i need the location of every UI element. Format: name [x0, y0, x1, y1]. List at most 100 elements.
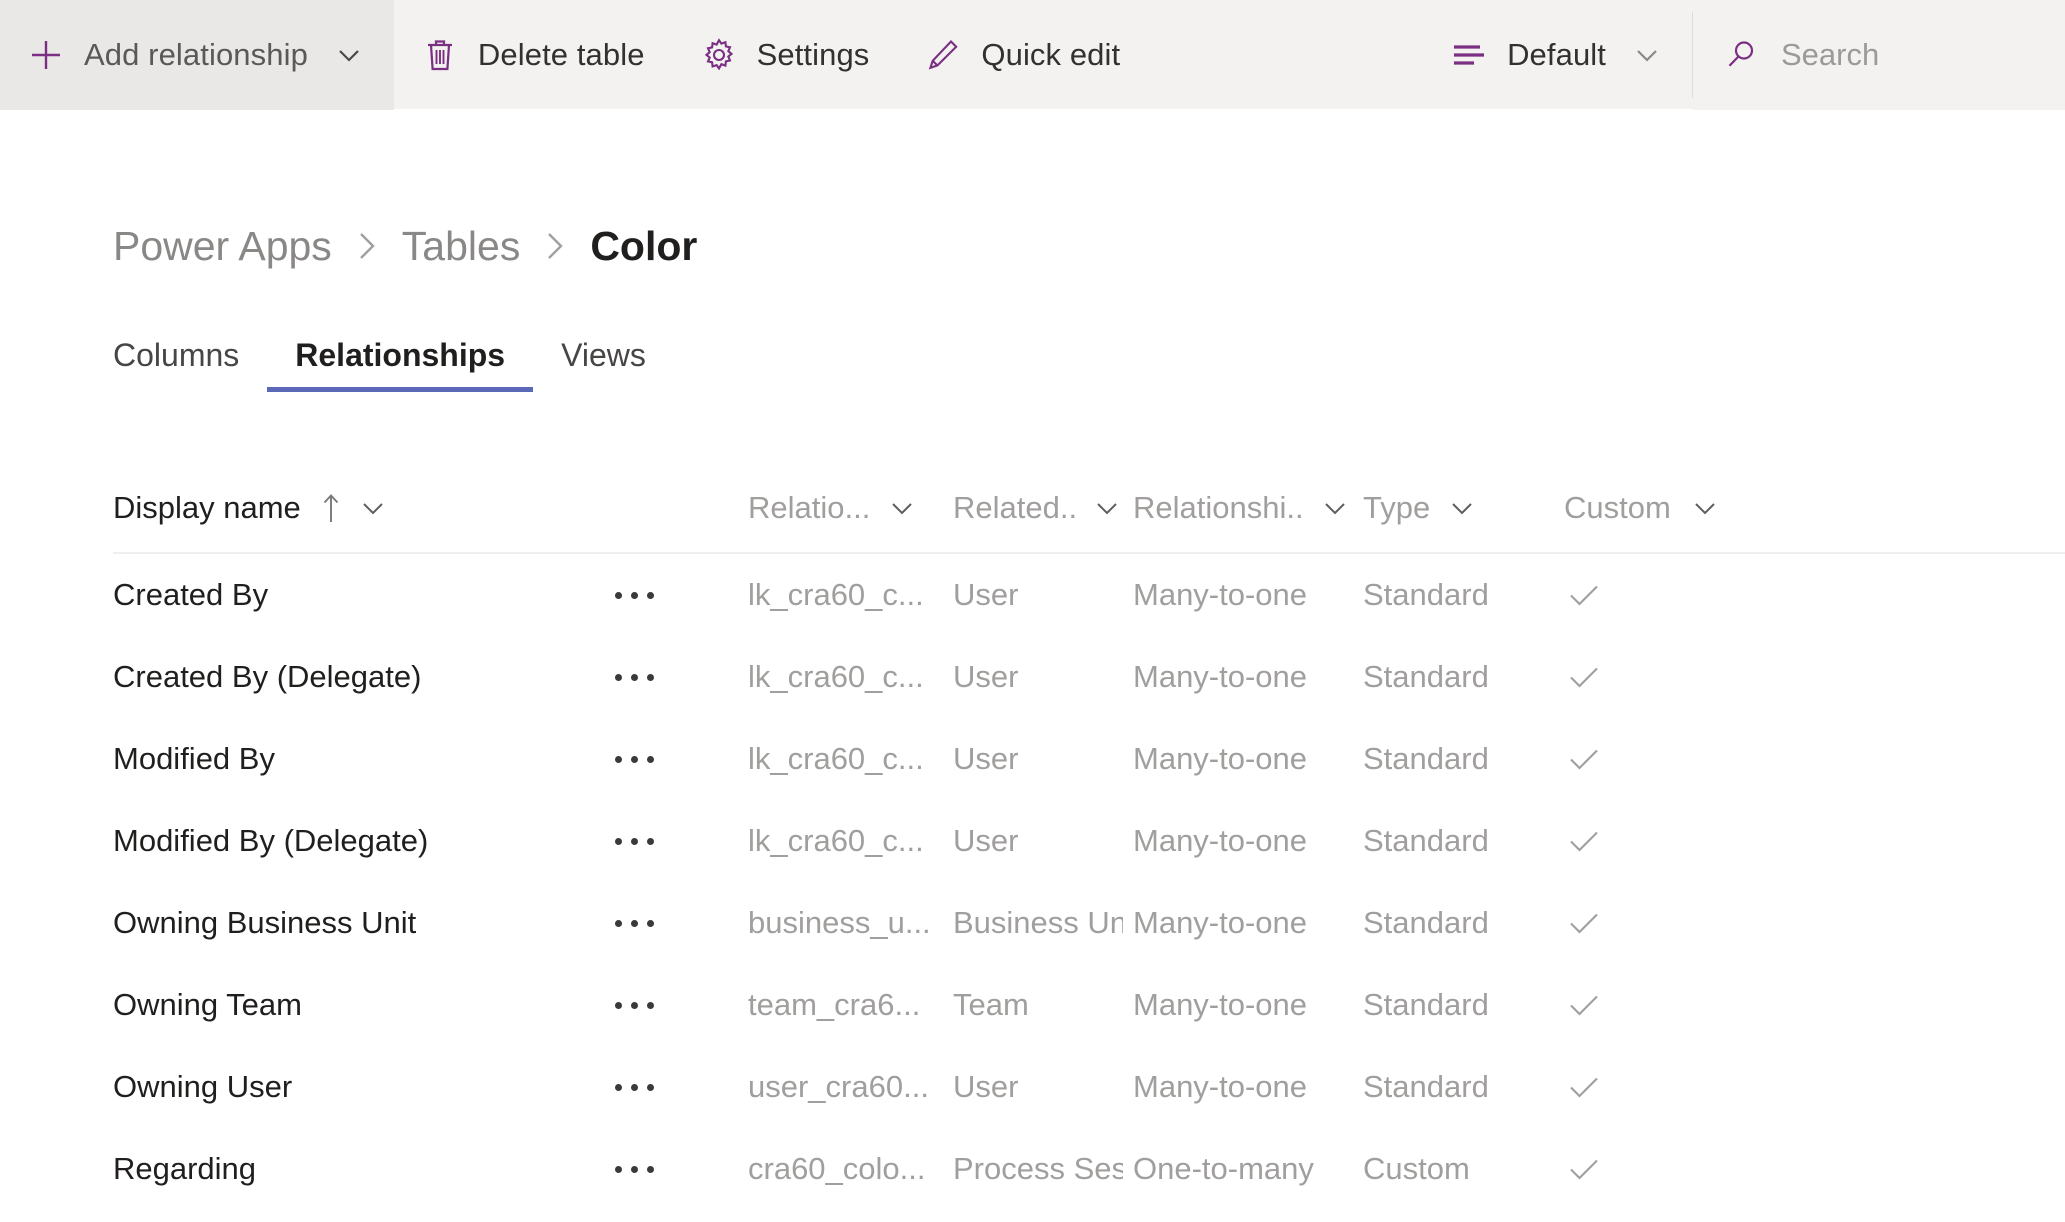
chevron-right-icon — [542, 225, 568, 267]
more-options-icon[interactable] — [615, 573, 654, 617]
search-placeholder: Search — [1781, 36, 1880, 72]
table-row[interactable]: Owning Business Unit business_u... Busin… — [113, 882, 2065, 964]
table-row[interactable]: Created By (Delegate) lk_cra60_c... User… — [113, 636, 2065, 718]
more-options-icon[interactable] — [615, 983, 654, 1027]
table-row[interactable]: Modified By lk_cra60_c... User Many-to-o… — [113, 718, 2065, 800]
tab-relationships[interactable]: Relationships — [267, 337, 533, 392]
column-header-type-label: Type — [1363, 490, 1431, 525]
checkmark-icon — [1564, 985, 1604, 1025]
tab-views[interactable]: Views — [533, 337, 674, 392]
tab-columns[interactable]: Columns — [85, 337, 267, 392]
add-relationship-label: Add relationship — [84, 36, 308, 72]
checkmark-icon — [1564, 575, 1604, 615]
cell-relationship-type: Many-to-one — [1123, 741, 1351, 777]
cell-relationship-name-text: team_cra6... — [748, 987, 921, 1022]
row-more-options[interactable] — [593, 737, 748, 781]
chevron-down-icon[interactable] — [886, 492, 918, 524]
delete-table-label: Delete table — [477, 36, 645, 72]
column-header-relationship-name-label: Relatio... — [748, 490, 871, 525]
cell-relationship-name-text: lk_cra60_c... — [748, 577, 924, 612]
cell-related-table: User — [933, 577, 1123, 613]
cell-related-table: Business Unit — [933, 905, 1123, 941]
breadcrumb-item-tables[interactable]: Tables — [402, 223, 521, 270]
row-more-options[interactable] — [593, 901, 748, 945]
search-input[interactable]: Search — [1693, 0, 2065, 110]
cell-relationship-type: Many-to-one — [1123, 987, 1351, 1023]
cell-relationship-type: Many-to-one — [1123, 1069, 1351, 1105]
table-row[interactable]: Owning Team team_cra6... Team Many-to-on… — [113, 964, 2065, 1046]
cell-related-table-text: User — [953, 741, 1019, 776]
table-row[interactable]: Regarding cra60_colo... Process Sessi On… — [113, 1128, 2065, 1210]
settings-button[interactable]: Settings — [673, 0, 898, 110]
column-header-relationship-name[interactable]: Relatio... — [748, 490, 933, 526]
add-relationship-button[interactable]: Add relationship — [0, 0, 394, 110]
cell-display-name: Created By (Delegate) — [113, 659, 593, 695]
cell-type-text: Standard — [1363, 741, 1489, 776]
chevron-down-icon[interactable] — [1630, 38, 1664, 72]
cell-relationship-type: Many-to-one — [1123, 659, 1351, 695]
cell-type: Standard — [1351, 905, 1541, 941]
cell-relationship-type-text: Many-to-one — [1133, 905, 1308, 940]
more-options-icon[interactable] — [615, 1147, 654, 1191]
checkmark-icon — [1564, 1067, 1604, 1107]
row-more-options[interactable] — [593, 819, 748, 863]
quick-edit-button[interactable]: Quick edit — [897, 0, 1148, 110]
search-icon — [1723, 37, 1759, 73]
column-header-relationship-type[interactable]: Relationshi... — [1123, 490, 1351, 526]
more-options-icon[interactable] — [615, 1065, 654, 1109]
cell-display-name-text: Owning User — [113, 1069, 293, 1104]
column-header-type[interactable]: Type — [1351, 490, 1541, 526]
cell-display-name-text: Owning Team — [113, 987, 302, 1022]
column-header-display-name[interactable]: Display name — [113, 490, 593, 526]
view-selector-button[interactable]: Default — [1423, 0, 1692, 110]
delete-table-button[interactable]: Delete table — [394, 0, 673, 110]
cell-related-table: User — [933, 1069, 1123, 1105]
row-more-options[interactable] — [593, 983, 748, 1027]
relationships-grid: Display name Relatio... Related... Relat… — [113, 464, 2065, 1210]
breadcrumb-item-power-apps[interactable]: Power Apps — [113, 223, 332, 270]
more-options-icon[interactable] — [615, 655, 654, 699]
cell-relationship-name: user_cra60... — [748, 1069, 933, 1105]
column-header-relationship-type-label: Relationshi... — [1133, 490, 1303, 525]
cell-related-table: Team — [933, 987, 1123, 1023]
chevron-down-icon[interactable] — [1091, 492, 1123, 524]
row-more-options[interactable] — [593, 1147, 748, 1191]
more-options-icon[interactable] — [615, 901, 654, 945]
row-more-options[interactable] — [593, 573, 748, 617]
table-row[interactable]: Created By lk_cra60_c... User Many-to-on… — [113, 554, 2065, 636]
table-row[interactable]: Modified By (Delegate) lk_cra60_c... Use… — [113, 800, 2065, 882]
cell-relationship-type-text: Many-to-one — [1133, 987, 1308, 1022]
cell-relationship-name-text: business_u... — [748, 905, 931, 940]
cell-display-name: Owning Business Unit — [113, 905, 593, 941]
chevron-down-icon[interactable] — [1446, 492, 1478, 524]
command-bar: Add relationship Delete table Settings Q… — [0, 0, 2065, 110]
cell-relationship-type-text: Many-to-one — [1133, 1069, 1308, 1104]
column-header-related-table[interactable]: Related... — [933, 490, 1123, 526]
chevron-down-icon[interactable] — [332, 38, 366, 72]
chevron-down-icon[interactable] — [1689, 492, 1721, 524]
cell-type: Standard — [1351, 987, 1541, 1023]
cell-display-name-text: Created By (Delegate) — [113, 659, 422, 694]
more-options-icon[interactable] — [615, 819, 654, 863]
row-more-options[interactable] — [593, 1065, 748, 1109]
cell-related-table-text: User — [953, 1069, 1019, 1104]
table-row[interactable]: Owning User user_cra60... User Many-to-o… — [113, 1046, 2065, 1128]
grid-header-row: Display name Relatio... Related... Relat… — [113, 464, 2065, 554]
cell-related-table-text: Team — [953, 987, 1029, 1022]
chevron-down-icon[interactable] — [1319, 492, 1351, 524]
chevron-down-icon[interactable] — [357, 492, 389, 524]
cell-display-name: Modified By — [113, 741, 593, 777]
view-selector-label: Default — [1507, 36, 1606, 72]
cell-type: Custom — [1351, 1151, 1541, 1187]
cell-related-table-text: Business Unit — [953, 905, 1123, 940]
cell-customizable — [1541, 903, 1721, 943]
column-header-customizable[interactable]: Custom... — [1541, 490, 1721, 526]
cell-type-text: Standard — [1363, 1069, 1489, 1104]
arrow-up-icon — [321, 491, 341, 525]
grid-body: Created By lk_cra60_c... User Many-to-on… — [113, 554, 2065, 1210]
checkmark-icon — [1564, 739, 1604, 779]
cell-type: Standard — [1351, 741, 1541, 777]
more-options-icon[interactable] — [615, 737, 654, 781]
row-more-options[interactable] — [593, 655, 748, 699]
cell-relationship-type: Many-to-one — [1123, 905, 1351, 941]
